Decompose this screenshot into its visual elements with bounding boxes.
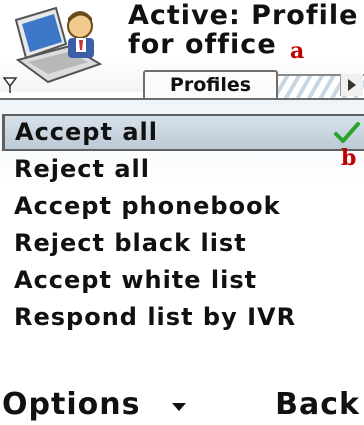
list-item-label: Respond list by IVR (14, 303, 297, 331)
list-item-label: Accept all (15, 118, 158, 146)
options-softkey[interactable]: Options (2, 387, 140, 422)
callout-label-b: b (341, 145, 357, 171)
callout-label-a: a (290, 38, 305, 64)
profile-title-line2: for office (128, 29, 277, 60)
list-item-accept-phonebook[interactable]: Accept phonebook (0, 188, 364, 225)
back-softkey[interactable]: Back (275, 387, 360, 422)
list-item-label: Accept phonebook (14, 192, 281, 220)
down-arrow-icon[interactable] (172, 403, 186, 411)
tab-strip: Profiles (0, 70, 364, 98)
list-area: Accept all Reject all Accept phonebook R… (0, 98, 364, 387)
list-item-label: Accept white list (14, 266, 258, 294)
profile-title-line1: Active: Profile (128, 0, 359, 31)
list-item-respond-list-by-ivr[interactable]: Respond list by IVR (0, 299, 364, 336)
signal-arrow-icon[interactable] (2, 74, 22, 94)
chevron-right-icon[interactable] (340, 74, 363, 96)
profile-options-list: Accept all Reject all Accept phonebook R… (0, 114, 364, 336)
softkey-bar: Options Back (0, 385, 364, 425)
list-item-label: Reject black list (14, 229, 247, 257)
list-item-reject-all[interactable]: Reject all (0, 151, 364, 188)
tab-profiles[interactable]: Profiles (143, 70, 278, 98)
list-item-label: Reject all (14, 155, 150, 183)
list-item-accept-white-list[interactable]: Accept white list (0, 262, 364, 299)
list-item-accept-all[interactable]: Accept all (2, 114, 364, 151)
list-item-reject-black-list[interactable]: Reject black list (0, 225, 364, 262)
check-mark-icon (334, 122, 360, 143)
